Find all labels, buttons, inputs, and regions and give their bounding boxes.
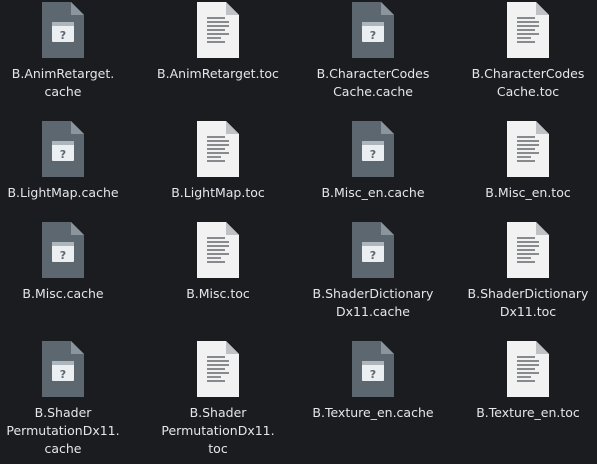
unknown-file-icon: ? xyxy=(42,2,84,58)
svg-text:?: ? xyxy=(60,249,66,262)
file-item[interactable]: ? B.Shader PermutationDx11. cache xyxy=(0,341,138,458)
file-name: B.CharacterCodes Cache.cache xyxy=(316,66,430,99)
file-item[interactable]: B.AnimRetarget.toc xyxy=(143,2,293,83)
file-item[interactable]: ? B.Misc.cache xyxy=(0,222,138,303)
text-file-icon xyxy=(507,2,549,58)
file-item[interactable]: B.LightMap.toc xyxy=(143,121,293,202)
text-file-icon xyxy=(197,121,239,177)
unknown-file-icon: ? xyxy=(352,341,394,397)
file-item[interactable]: ? B.Misc_en.cache xyxy=(298,121,448,202)
file-item[interactable]: B.Misc.toc xyxy=(143,222,293,303)
file-name: B.Misc_en.toc xyxy=(485,185,571,200)
file-item[interactable]: ? B.AnimRetarget. cache xyxy=(0,2,138,101)
svg-text:?: ? xyxy=(60,148,66,161)
text-file-icon xyxy=(197,341,239,397)
file-name: B.ShaderDictionary Dx11.cache xyxy=(312,286,434,319)
svg-text:?: ? xyxy=(370,29,376,42)
file-name: B.AnimRetarget. cache xyxy=(11,66,115,99)
unknown-file-icon: ? xyxy=(42,222,84,278)
unknown-file-icon: ? xyxy=(352,2,394,58)
file-name: B.Shader PermutationDx11. toc xyxy=(161,405,275,456)
unknown-file-icon: ? xyxy=(42,121,84,177)
file-name: B.ShaderDictionary Dx11.toc xyxy=(467,286,589,319)
unknown-file-icon: ? xyxy=(42,341,84,397)
text-file-icon xyxy=(507,341,549,397)
svg-text:?: ? xyxy=(60,29,66,42)
file-name: B.LightMap.cache xyxy=(7,185,119,200)
file-item[interactable]: B.Misc_en.toc xyxy=(453,121,597,202)
file-name: B.CharacterCodes Cache.toc xyxy=(471,66,585,99)
file-name: B.Misc.cache xyxy=(22,286,104,301)
file-name: B.AnimRetarget.toc xyxy=(157,66,279,81)
text-file-icon xyxy=(507,222,549,278)
file-name: B.Misc_en.cache xyxy=(321,185,425,200)
file-item[interactable]: B.CharacterCodes Cache.toc xyxy=(453,2,597,101)
unknown-file-icon: ? xyxy=(352,121,394,177)
text-file-icon xyxy=(197,2,239,58)
svg-text:?: ? xyxy=(370,249,376,262)
file-grid: ? B.AnimRetarget. cache B.AnimRetarget.t… xyxy=(0,0,597,464)
file-item[interactable]: B.Shader PermutationDx11. toc xyxy=(143,341,293,458)
svg-text:?: ? xyxy=(370,368,376,381)
svg-text:?: ? xyxy=(60,368,66,381)
file-name: B.Shader PermutationDx11. cache xyxy=(6,405,120,456)
file-name: B.Texture_en.cache xyxy=(312,405,434,420)
file-name: B.Texture_en.toc xyxy=(476,405,580,420)
file-name: B.LightMap.toc xyxy=(171,185,265,200)
svg-text:?: ? xyxy=(370,148,376,161)
file-item[interactable]: ? B.Texture_en.cache xyxy=(298,341,448,422)
file-item[interactable]: ? B.ShaderDictionary Dx11.cache xyxy=(298,222,448,321)
text-file-icon xyxy=(197,222,239,278)
file-item[interactable]: ? B.LightMap.cache xyxy=(0,121,138,202)
file-item[interactable]: B.ShaderDictionary Dx11.toc xyxy=(453,222,597,321)
file-item[interactable]: ? B.CharacterCodes Cache.cache xyxy=(298,2,448,101)
file-item[interactable]: B.Texture_en.toc xyxy=(453,341,597,422)
unknown-file-icon: ? xyxy=(352,222,394,278)
text-file-icon xyxy=(507,121,549,177)
file-name: B.Misc.toc xyxy=(186,286,250,301)
